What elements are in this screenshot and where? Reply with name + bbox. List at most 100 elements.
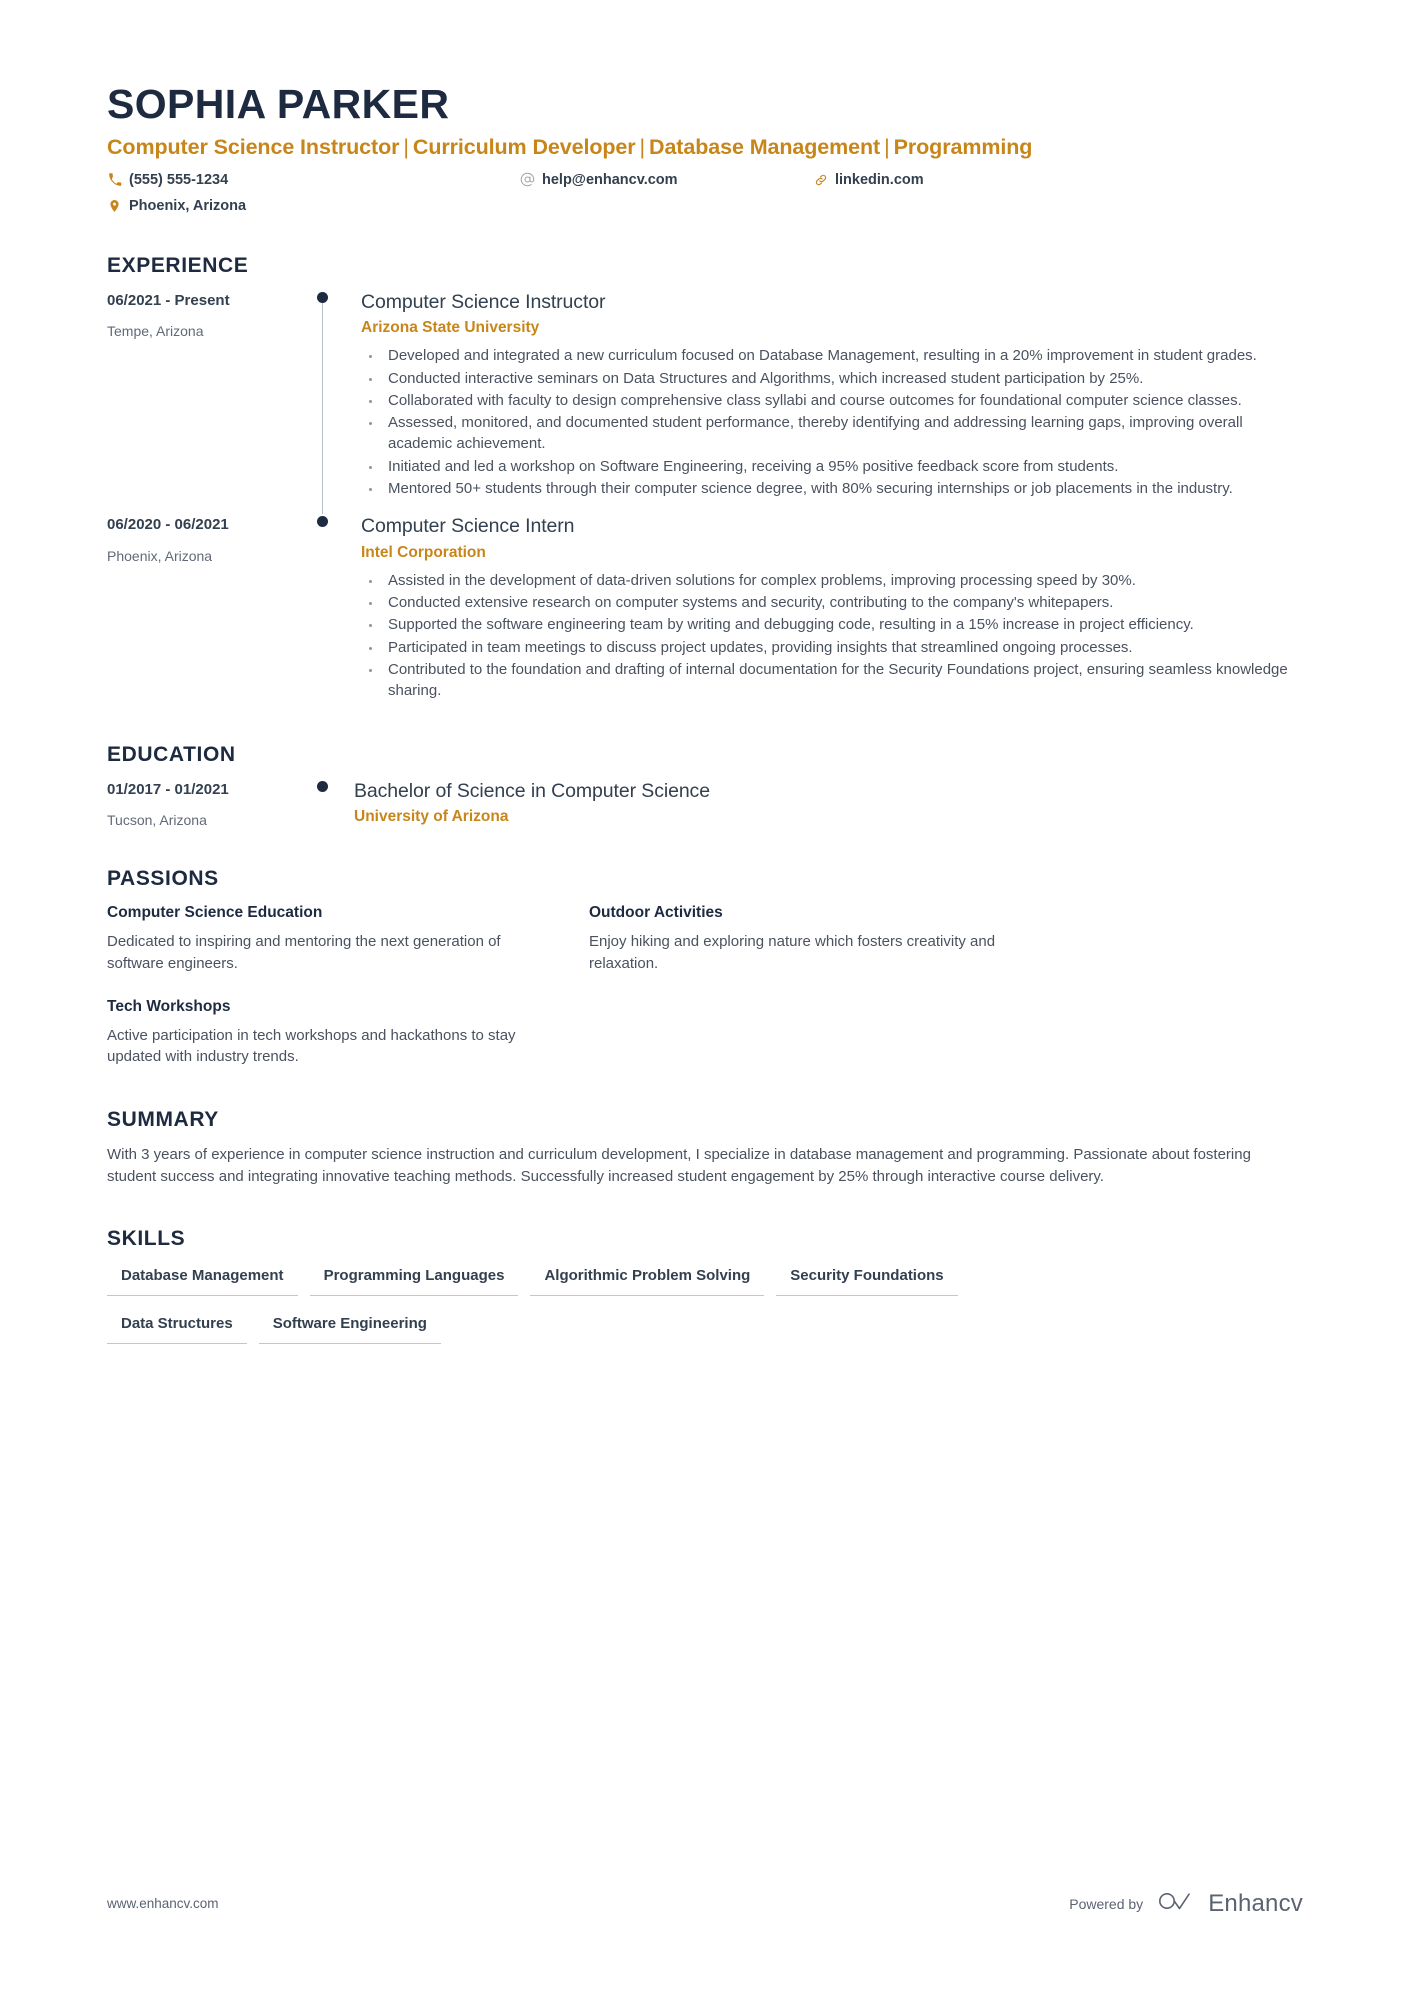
timeline-line bbox=[322, 298, 323, 515]
passion-description: Active participation in tech workshops a… bbox=[107, 1027, 516, 1066]
skill-tag: Data Structures bbox=[107, 1311, 247, 1344]
passion-description: Enjoy hiking and exploring nature which … bbox=[589, 933, 996, 972]
bullet-item: Conducted extensive research on computer… bbox=[361, 592, 1303, 613]
at-sign-icon bbox=[520, 172, 535, 188]
headline-part: Curriculum Developer bbox=[412, 134, 636, 159]
headline-separator: | bbox=[403, 134, 409, 159]
education-entry-location: Tucson, Arizona bbox=[107, 812, 207, 829]
contact-phone[interactable]: (555) 555-1234 bbox=[107, 172, 228, 188]
resume-page: SOPHIA PARKER Computer Science Instructo… bbox=[0, 0, 1410, 1995]
bullet-item: Collaborated with faculty to design comp… bbox=[361, 390, 1303, 411]
skill-tag: Software Engineering bbox=[258, 1311, 441, 1344]
experience-entry-body: Computer Science Instructor Arizona State… bbox=[361, 290, 1303, 515]
contact-location: Phoenix, Arizona bbox=[107, 198, 246, 214]
bullet-item: Supported the software engineering team … bbox=[361, 614, 1303, 635]
section-title-summary: SUMMARY bbox=[107, 1107, 219, 1131]
contact-block: (555) 555-1234 Phoenix, Arizona help@enh… bbox=[107, 172, 1303, 224]
candidate-headline: Computer Science Instructor | Curriculum D… bbox=[107, 135, 1303, 161]
enhancv-logo-icon bbox=[1157, 1889, 1197, 1918]
contact-email-text: help@enhancv.com bbox=[542, 171, 678, 188]
education-entry-body: Bachelor of Science in Computer Science U… bbox=[354, 779, 1303, 830]
bullet-item: Conducted interactive seminars on Data S… bbox=[361, 368, 1303, 389]
skill-tag: Algorithmic Problem Solving bbox=[530, 1263, 765, 1296]
contact-linkedin-text: linkedin.com bbox=[835, 171, 924, 188]
experience-entry-bullets: Assisted in the development of data-driv… bbox=[361, 570, 1303, 702]
passion-item: Outdoor Activities Enjoy hiking and explo… bbox=[589, 903, 1303, 974]
skills-row: Database Management Programming Languages… bbox=[107, 1263, 1303, 1296]
headline-part: Programming bbox=[893, 134, 1033, 159]
timeline-dot-icon bbox=[317, 291, 328, 303]
bullet-item: Developed and integrated a new curriculu… bbox=[361, 345, 1303, 366]
bullet-item: Assisted in the development of data-driv… bbox=[361, 570, 1303, 591]
skills-row: Data Structures Software Engineering bbox=[107, 1311, 1303, 1344]
footer-website-url[interactable]: www.enhancv.com bbox=[107, 1896, 219, 1911]
education-entry-meta: 01/2017 - 01/2021 Tucson, Arizona bbox=[107, 779, 309, 830]
experience-entry-location: Tempe, Arizona bbox=[107, 323, 204, 340]
education-entry-institution: University of Arizona bbox=[354, 807, 509, 825]
section-education: EDUCATION 01/2017 - 01/2021 Tucson, Arizo… bbox=[107, 743, 1303, 830]
contact-location-text: Phoenix, Arizona bbox=[129, 197, 247, 214]
timeline-rail bbox=[309, 290, 361, 515]
education-entry: 01/2017 - 01/2021 Tucson, Arizona Bachelor… bbox=[107, 779, 1303, 830]
link-icon bbox=[813, 172, 828, 188]
skill-tag: Security Foundations bbox=[776, 1263, 958, 1296]
contact-email[interactable]: help@enhancv.com bbox=[520, 172, 678, 188]
passion-item: Tech Workshops Active participation in te… bbox=[107, 997, 589, 1068]
bullet-item: Mentored 50+ students through their comp… bbox=[361, 478, 1303, 499]
passion-item: Computer Science Education Dedicated to i… bbox=[107, 903, 589, 974]
headline-part: Computer Science Instructor bbox=[107, 134, 400, 159]
experience-entry-organization: Intel Corporation bbox=[361, 543, 486, 561]
headline-part: Database Management bbox=[649, 134, 881, 159]
experience-entry-role: Computer Science Instructor bbox=[361, 290, 606, 313]
bullet-item: Contributed to the foundation and drafti… bbox=[361, 659, 1303, 702]
bullet-item: Initiated and led a workshop on Software… bbox=[361, 456, 1303, 477]
experience-entry-location: Phoenix, Arizona bbox=[107, 547, 213, 564]
skill-tag: Programming Languages bbox=[309, 1263, 519, 1296]
section-title-passions: PASSIONS bbox=[107, 867, 219, 891]
section-passions: PASSIONS Computer Science Education Dedic… bbox=[107, 867, 1303, 1067]
passions-grid: Computer Science Education Dedicated to i… bbox=[107, 903, 1303, 1067]
experience-entry-body: Computer Science Intern Intel Corporation… bbox=[361, 514, 1303, 716]
experience-entry-date: 06/2021 - Present bbox=[107, 291, 230, 309]
section-summary: SUMMARY With 3 years of experience in co… bbox=[107, 1108, 1303, 1188]
education-entries: 01/2017 - 01/2021 Tucson, Arizona Bachelor… bbox=[107, 779, 1303, 830]
experience-entry: 06/2021 - Present Tempe, Arizona Computer … bbox=[107, 290, 1303, 515]
education-entry-degree: Bachelor of Science in Computer Science bbox=[354, 779, 710, 802]
passion-description: Dedicated to inspiring and mentoring the… bbox=[107, 933, 501, 972]
enhancv-lockup: Enhancv bbox=[1157, 1889, 1303, 1918]
section-title-education: EDUCATION bbox=[107, 742, 236, 766]
bullet-item: Participated in team meetings to discuss… bbox=[361, 637, 1303, 658]
timeline-rail bbox=[309, 514, 361, 716]
headline-separator: | bbox=[639, 134, 646, 159]
experience-entries: 06/2021 - Present Tempe, Arizona Computer … bbox=[107, 290, 1303, 717]
section-experience: EXPERIENCE 06/2021 - Present Tempe, Arizo… bbox=[107, 254, 1303, 717]
passion-title: Tech Workshops bbox=[107, 998, 231, 1016]
footer-brand: Powered by Enhancv bbox=[1069, 1889, 1303, 1918]
enhancv-brand-name: Enhancv bbox=[1208, 1889, 1303, 1917]
phone-icon bbox=[107, 172, 122, 188]
timeline-dot-icon bbox=[317, 780, 328, 792]
resume-header: SOPHIA PARKER Computer Science Instructo… bbox=[107, 0, 1303, 224]
timeline-rail bbox=[309, 779, 354, 830]
map-pin-icon bbox=[107, 198, 122, 214]
bullet-item: Assessed, monitored, and documented stud… bbox=[361, 412, 1303, 455]
candidate-name: SOPHIA PARKER bbox=[107, 81, 450, 127]
experience-entry-bullets: Developed and integrated a new curriculu… bbox=[361, 345, 1303, 499]
education-entry-date: 01/2017 - 01/2021 bbox=[107, 780, 229, 798]
experience-entry-meta: 06/2021 - Present Tempe, Arizona bbox=[107, 290, 309, 515]
experience-entry: 06/2020 - 06/2021 Phoenix, Arizona Compute… bbox=[107, 514, 1303, 716]
powered-by-label: Powered by bbox=[1069, 1895, 1144, 1912]
section-skills: SKILLS Database Management Programming La… bbox=[107, 1227, 1303, 1344]
experience-entry-role: Computer Science Intern bbox=[361, 515, 575, 538]
page-footer: www.enhancv.com Powered by Enhancv bbox=[107, 1889, 1303, 1918]
experience-entry-date: 06/2020 - 06/2021 bbox=[107, 516, 229, 534]
section-title-experience: EXPERIENCE bbox=[107, 253, 249, 277]
contact-linkedin[interactable]: linkedin.com bbox=[813, 172, 924, 188]
experience-entry-meta: 06/2020 - 06/2021 Phoenix, Arizona bbox=[107, 514, 309, 716]
skill-tag: Database Management bbox=[107, 1263, 298, 1296]
headline-separator: | bbox=[884, 134, 890, 159]
skills-list: Database Management Programming Languages… bbox=[107, 1263, 1303, 1344]
section-title-skills: SKILLS bbox=[107, 1227, 186, 1251]
contact-phone-text: (555) 555-1234 bbox=[129, 171, 229, 188]
experience-entry-organization: Arizona State University bbox=[361, 319, 540, 337]
